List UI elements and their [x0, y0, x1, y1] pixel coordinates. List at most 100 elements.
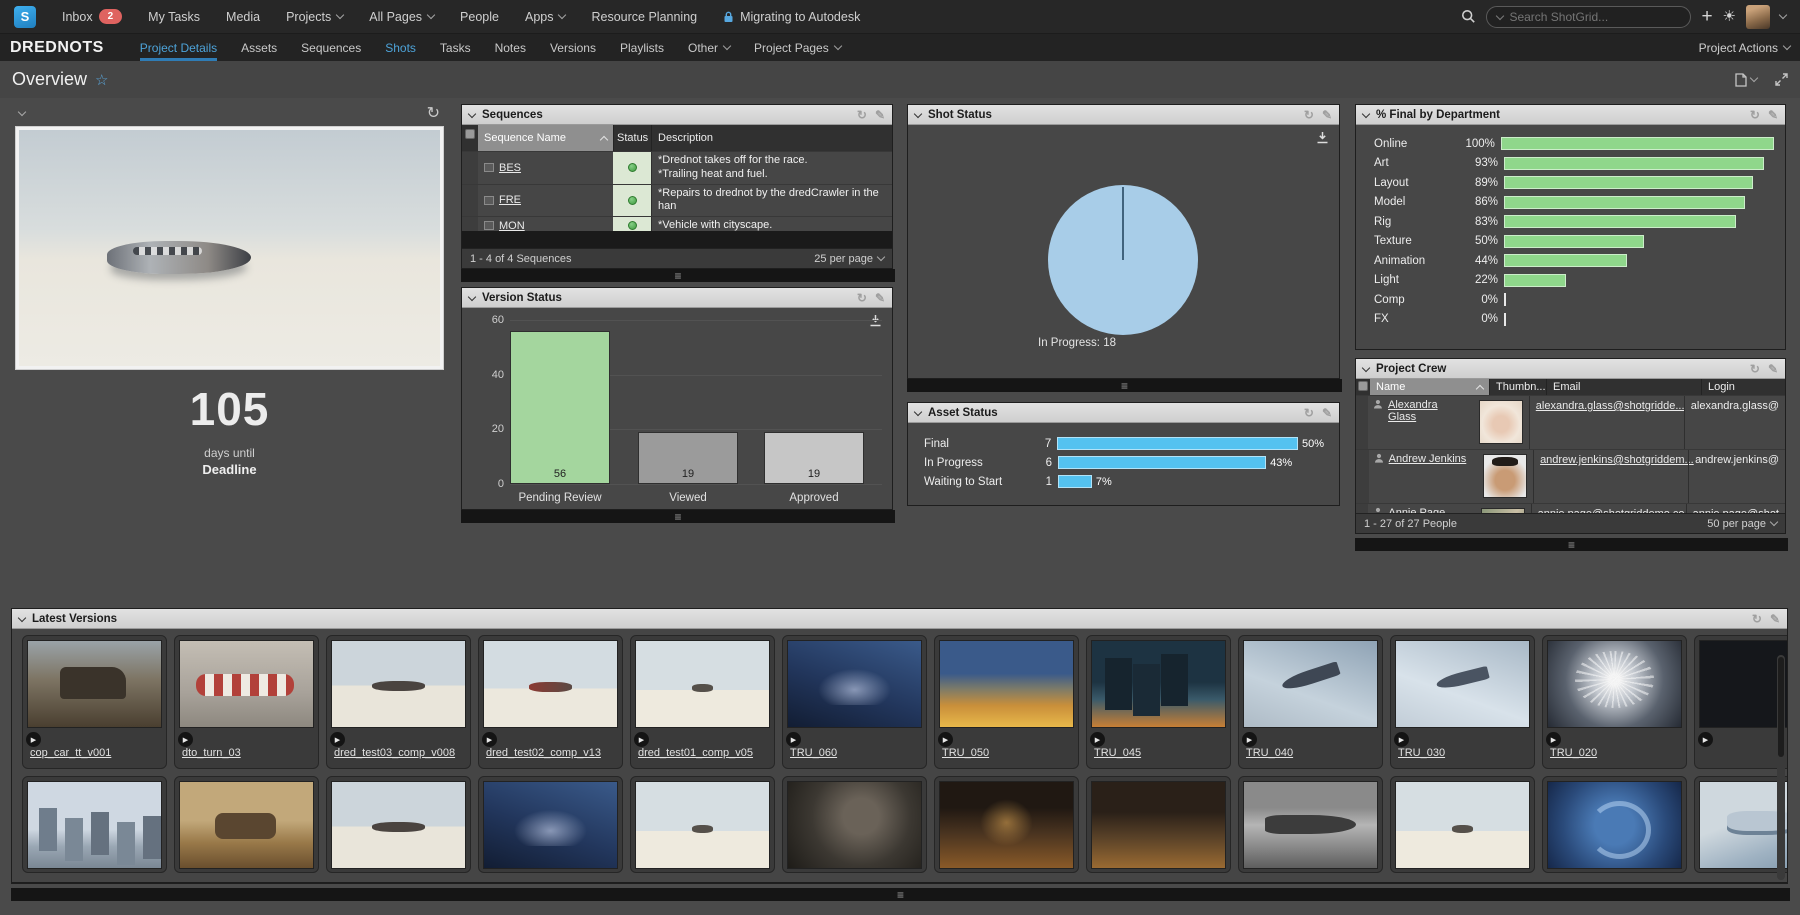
- version-name-link[interactable]: dred_test02_comp_v13: [486, 747, 601, 759]
- version-card[interactable]: [326, 776, 471, 873]
- status-cell[interactable]: [613, 185, 651, 217]
- version-name-link[interactable]: TRU_045: [1094, 747, 1141, 759]
- crew-avatar[interactable]: [1483, 454, 1527, 498]
- tab-notes[interactable]: Notes: [495, 34, 526, 61]
- select-all-checkbox[interactable]: [1358, 381, 1368, 391]
- dept-bar[interactable]: [1504, 196, 1745, 209]
- version-card[interactable]: ▶TRU_045: [1086, 635, 1231, 769]
- tab-project-details[interactable]: Project Details: [140, 34, 217, 61]
- thumb-salt-flat[interactable]: [635, 640, 770, 728]
- thumb-smoke-dark[interactable]: [787, 781, 922, 869]
- thumb-salt-flat-red[interactable]: [483, 640, 618, 728]
- tab-assets[interactable]: Assets: [241, 34, 277, 61]
- play-icon[interactable]: ▶: [1394, 732, 1409, 747]
- nav-projects[interactable]: Projects: [286, 10, 343, 24]
- play-icon[interactable]: ▶: [634, 732, 649, 747]
- status-cell[interactable]: [613, 152, 651, 184]
- resize-handle[interactable]: ≡: [907, 379, 1342, 392]
- bar-pending-review[interactable]: 56: [510, 331, 610, 484]
- column-name[interactable]: Name: [1370, 379, 1489, 395]
- refresh-icon[interactable]: ↻: [1750, 362, 1760, 376]
- version-name-link[interactable]: TRU_050: [942, 747, 989, 759]
- sequences-per-page-select[interactable]: 25 per page: [814, 253, 884, 265]
- thumb-blue-graphic[interactable]: [1547, 781, 1682, 869]
- dept-bar[interactable]: [1504, 254, 1627, 267]
- version-name-link[interactable]: TRU_040: [1246, 747, 1293, 759]
- select-all-checkbox[interactable]: [465, 129, 475, 139]
- play-icon[interactable]: ▶: [330, 732, 345, 747]
- expand-icon[interactable]: [1775, 73, 1788, 86]
- project-actions-button[interactable]: Project Actions: [1699, 41, 1790, 55]
- version-card[interactable]: ▶dred_test01_comp_v05: [630, 635, 775, 769]
- column-sequence-name[interactable]: Sequence Name: [478, 125, 613, 151]
- play-icon[interactable]: ▶: [1698, 732, 1713, 747]
- version-card[interactable]: [22, 776, 167, 873]
- version-card[interactable]: ▶TRU_030: [1390, 635, 1535, 769]
- refresh-icon[interactable]: ↻: [427, 103, 440, 123]
- sequence-row[interactable]: FRE*Repairs to drednot by the dredCrawle…: [462, 184, 892, 217]
- collapse-chevron-icon[interactable]: [468, 292, 476, 300]
- version-card[interactable]: ▶dred_test03_comp_v008: [326, 635, 471, 769]
- nav-media[interactable]: Media: [226, 10, 260, 24]
- dept-bar[interactable]: [1504, 157, 1764, 170]
- crew-row[interactable]: Alexandra Glassalexandra.glass@shotgridd…: [1356, 395, 1785, 449]
- collapse-chevron-icon[interactable]: [1362, 363, 1370, 371]
- thumb-city-night[interactable]: [1091, 640, 1226, 728]
- refresh-icon[interactable]: ↻: [1752, 612, 1762, 626]
- versions-scrollbar[interactable]: [1777, 655, 1785, 880]
- version-card[interactable]: ▶: [1694, 635, 1787, 769]
- version-name-link[interactable]: dred_test03_comp_v008: [334, 747, 455, 759]
- collapse-chevron-icon[interactable]: [468, 109, 476, 117]
- tab-shots[interactable]: Shots: [385, 34, 416, 61]
- thumb-highway-gold[interactable]: [939, 640, 1074, 728]
- collapse-chevron-icon[interactable]: [914, 407, 922, 415]
- sequence-name-link[interactable]: BES: [499, 162, 521, 174]
- thumb-desert-rig[interactable]: [27, 640, 162, 728]
- thumb-salt-flat[interactable]: [1395, 781, 1530, 869]
- tab-playlists[interactable]: Playlists: [620, 34, 664, 61]
- play-icon[interactable]: ▶: [1546, 732, 1561, 747]
- resize-handle[interactable]: ≡: [461, 510, 895, 523]
- play-icon[interactable]: ▶: [26, 732, 41, 747]
- version-name-link[interactable]: TRU_020: [1550, 747, 1597, 759]
- version-name-link[interactable]: TRU_030: [1398, 747, 1445, 759]
- crew-email-link[interactable]: andrew.jenkins@shotgriddem...: [1540, 454, 1694, 466]
- nav-resource-planning[interactable]: Resource Planning: [591, 10, 697, 24]
- thumb-city-dusk[interactable]: [483, 781, 618, 869]
- version-card[interactable]: [1694, 776, 1787, 873]
- tab-versions[interactable]: Versions: [550, 34, 596, 61]
- version-name-link[interactable]: dred_test01_comp_v05: [638, 747, 753, 759]
- create-plus-button[interactable]: +: [1701, 7, 1712, 26]
- dept-bar[interactable]: [1504, 235, 1644, 248]
- collapse-chevron-icon[interactable]: [18, 613, 26, 621]
- nav-people[interactable]: People: [460, 10, 499, 24]
- nav-migrating-to-autodesk[interactable]: Migrating to Autodesk: [723, 10, 860, 24]
- dept-bar[interactable]: [1504, 274, 1566, 287]
- tab-project-pages[interactable]: Project Pages: [754, 34, 841, 61]
- nav-inbox[interactable]: Inbox 2: [62, 9, 122, 24]
- thumb-city-dusk[interactable]: [787, 640, 922, 728]
- version-card[interactable]: ▶TRU_050: [934, 635, 1079, 769]
- favorite-star-icon[interactable]: ☆: [95, 71, 108, 89]
- tab-other[interactable]: Other: [688, 34, 730, 61]
- thumb-desert-truck[interactable]: [179, 781, 314, 869]
- nav-apps[interactable]: Apps: [525, 10, 566, 24]
- dept-bar[interactable]: [1504, 313, 1506, 326]
- dept-bar[interactable]: [1504, 215, 1736, 228]
- version-card[interactable]: ▶dto_turn_03: [174, 635, 319, 769]
- version-card[interactable]: ▶TRU_040: [1238, 635, 1383, 769]
- thumb-dark[interactable]: [1699, 640, 1787, 728]
- column-email[interactable]: Email: [1546, 379, 1701, 395]
- thumb-ship-pale[interactable]: [1699, 781, 1787, 869]
- asset-status-bar[interactable]: [1058, 475, 1092, 488]
- dept-bar[interactable]: [1501, 137, 1774, 150]
- refresh-icon[interactable]: ↻: [1750, 108, 1760, 122]
- refresh-icon[interactable]: ↻: [1304, 108, 1314, 122]
- crew-row[interactable]: Andrew Jenkinsandrew.jenkins@shotgriddem…: [1356, 449, 1785, 503]
- refresh-icon[interactable]: ↻: [857, 108, 867, 122]
- resize-handle[interactable]: ≡: [1355, 538, 1788, 551]
- thumb-striped-rocket[interactable]: [179, 640, 314, 728]
- account-chevron-icon[interactable]: [1779, 11, 1787, 19]
- sequence-row[interactable]: BES*Drednot takes off for the race.*Trai…: [462, 151, 892, 184]
- tab-tasks[interactable]: Tasks: [440, 34, 471, 61]
